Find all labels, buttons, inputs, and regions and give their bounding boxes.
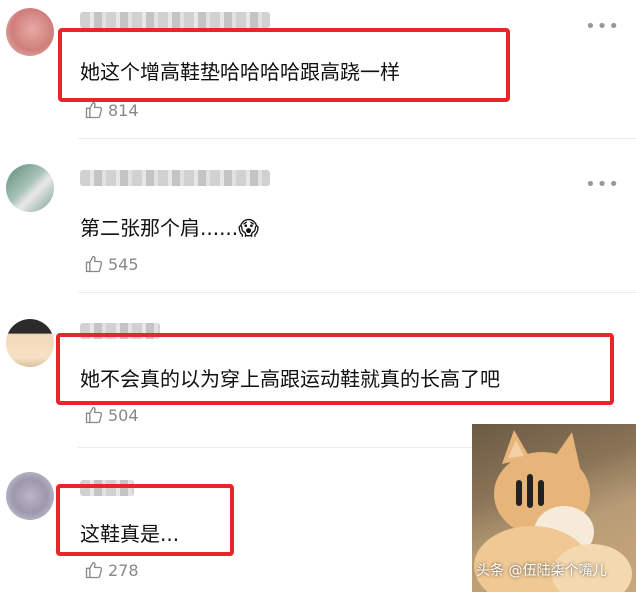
like-button[interactable]: 814 (84, 100, 139, 120)
comment-item: ••• 第二张那个肩......😱 545 (0, 150, 636, 295)
like-button[interactable]: 504 (84, 405, 139, 425)
avatar[interactable] (6, 319, 54, 367)
thumbs-up-icon (84, 100, 104, 120)
like-count: 504 (108, 405, 139, 425)
username-blurred[interactable] (80, 170, 270, 186)
more-options-button[interactable]: ••• (585, 176, 620, 194)
like-count: 545 (108, 254, 139, 274)
divider (78, 138, 636, 139)
thumbs-up-icon (84, 405, 104, 425)
divider (78, 292, 636, 293)
like-button[interactable]: 278 (84, 560, 139, 580)
avatar[interactable] (6, 164, 54, 212)
username-blurred[interactable] (80, 12, 270, 28)
highlight-box (56, 333, 614, 405)
like-button[interactable]: 545 (84, 254, 139, 274)
avatar[interactable] (6, 8, 54, 56)
highlight-box (58, 28, 510, 102)
thumbs-up-icon (84, 560, 104, 580)
thumbs-up-icon (84, 254, 104, 274)
highlight-box (56, 484, 234, 556)
comment-text: 第二张那个肩......😱 (80, 216, 259, 240)
more-options-button[interactable]: ••• (585, 18, 620, 36)
watermark: 头条 @伍陆柒个嘴儿 (476, 563, 607, 579)
like-count: 814 (108, 100, 139, 120)
like-count: 278 (108, 560, 139, 580)
avatar[interactable] (6, 472, 54, 520)
